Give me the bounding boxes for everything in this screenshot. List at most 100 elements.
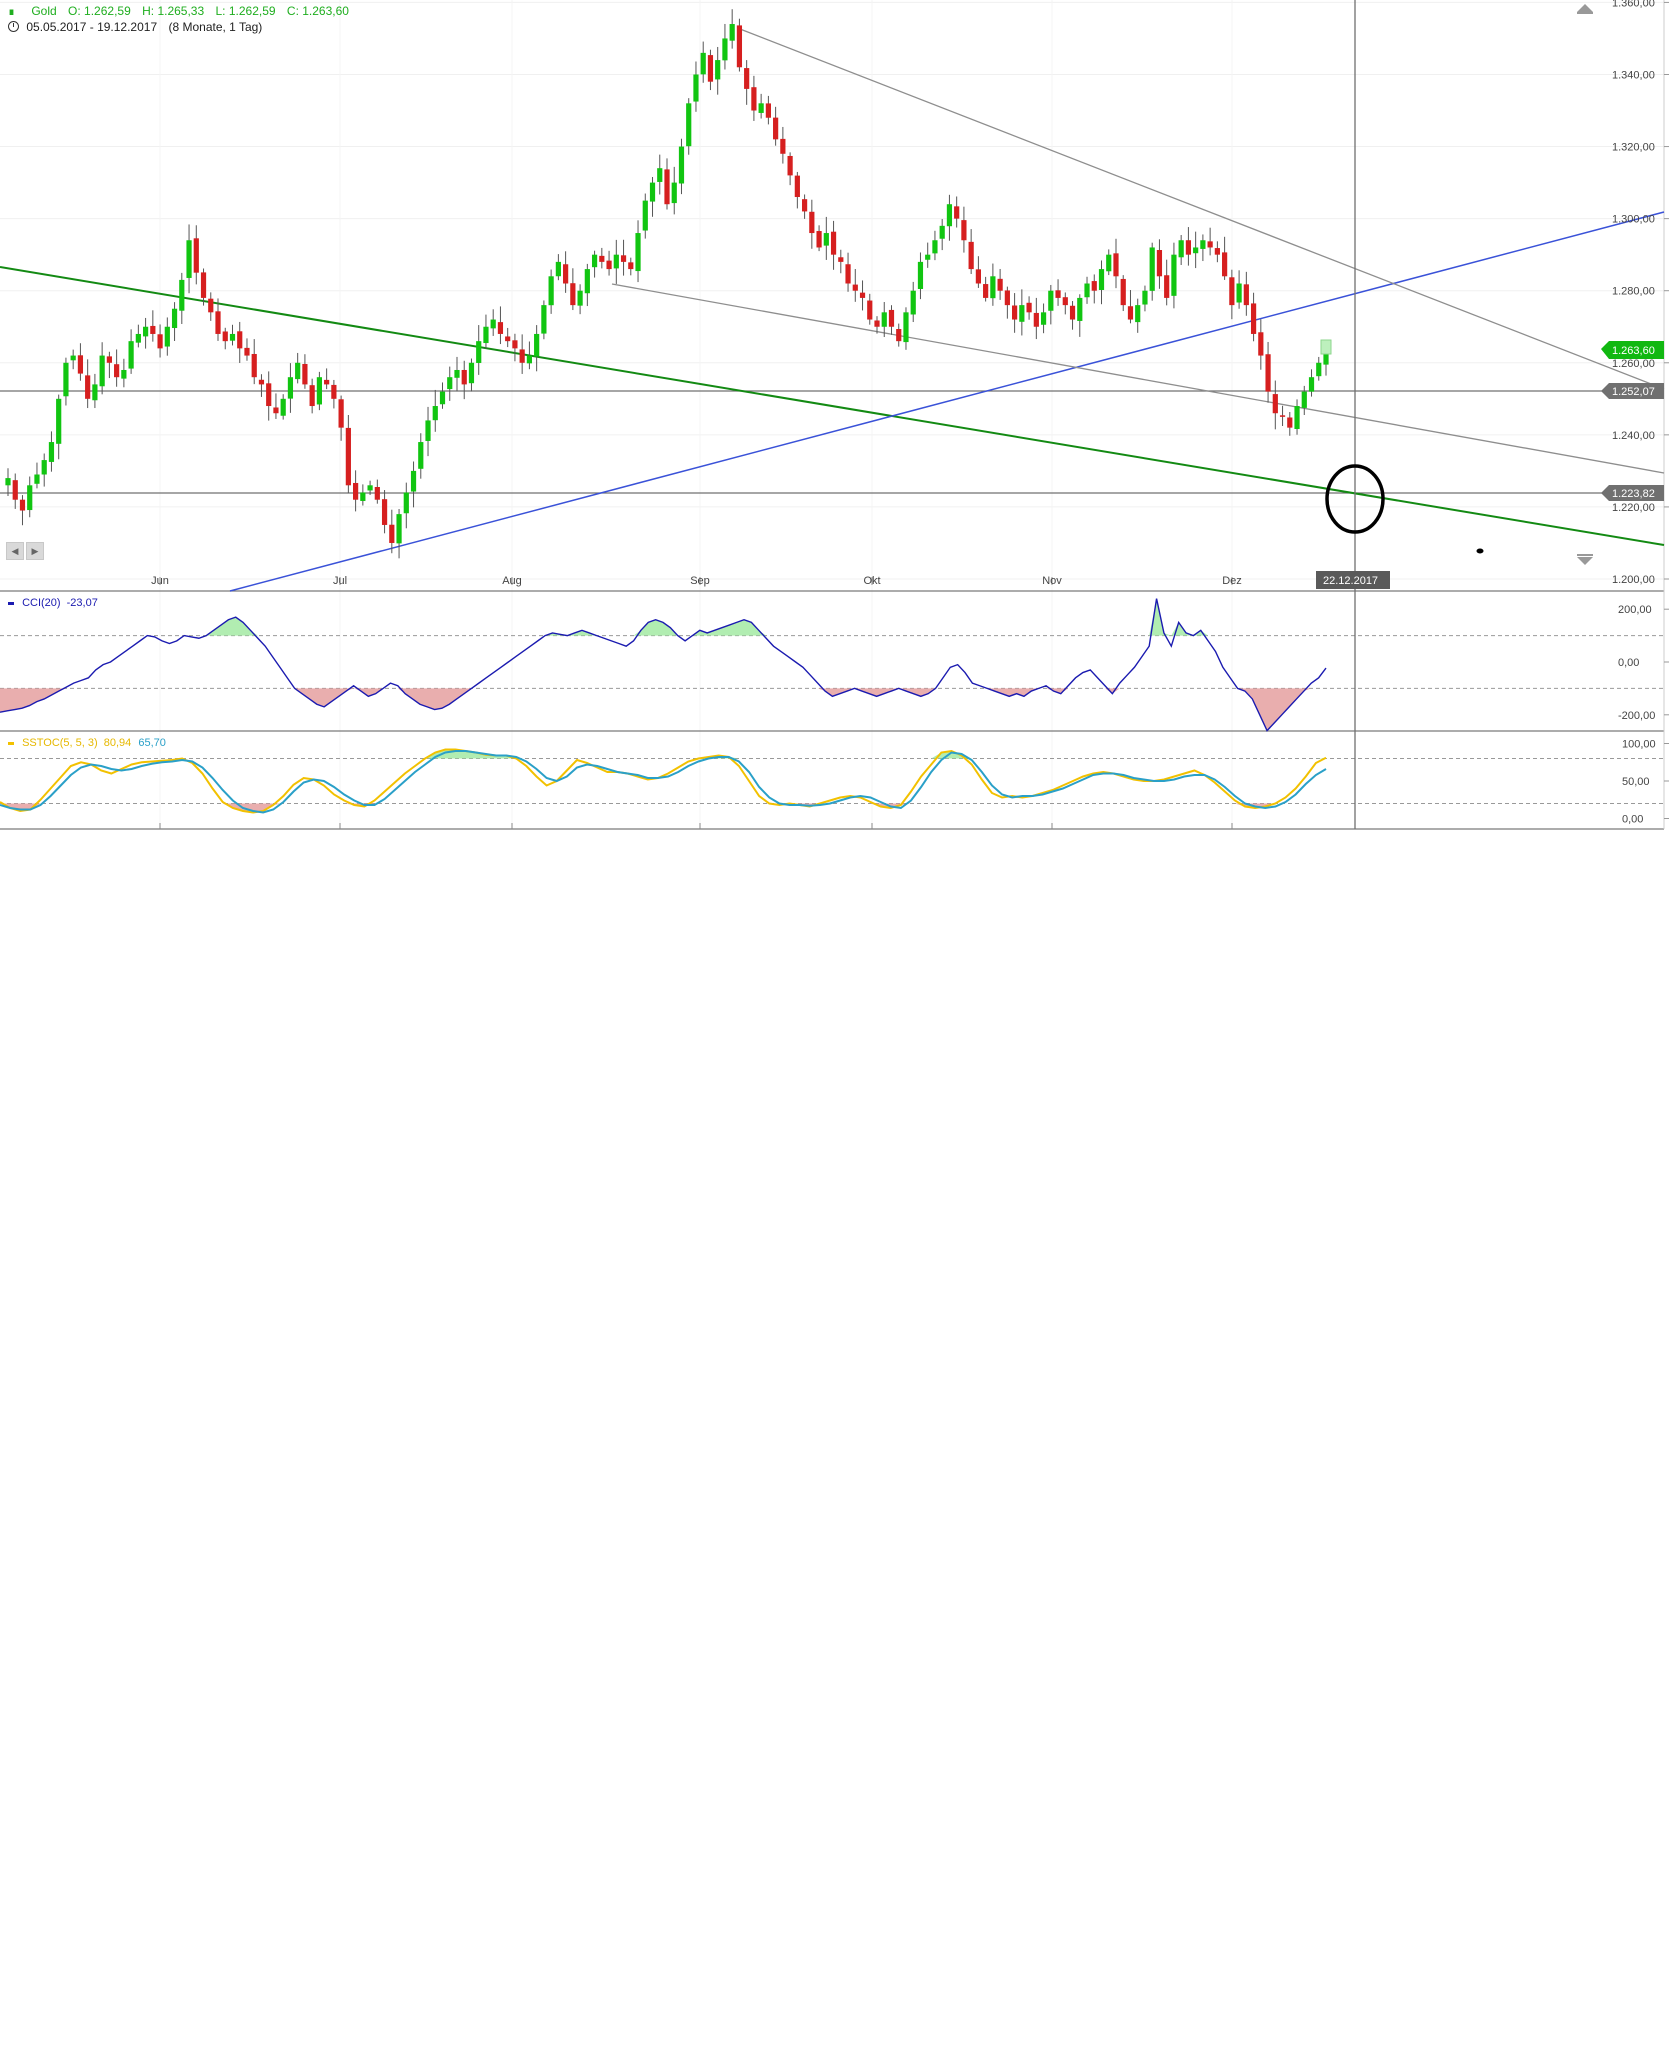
cci-legend[interactable]: CCI(20) -23,07 — [8, 597, 98, 609]
cci-tick-label: 0,00 — [1618, 657, 1639, 669]
candle-body — [1106, 254, 1112, 272]
candle-body — [526, 355, 533, 364]
x-tick-label: Aug — [502, 575, 522, 587]
candle-body — [845, 264, 851, 284]
price-grid — [0, 0, 1664, 829]
candle-body — [454, 369, 460, 378]
candle-body — [1164, 275, 1170, 298]
candle-body — [983, 284, 989, 298]
candle-body — [584, 269, 590, 294]
candle-body — [678, 146, 685, 184]
sstoc-overbought-fill — [0, 749, 1326, 759]
candle-body — [1265, 354, 1271, 392]
candle-body — [563, 264, 569, 284]
candle-body — [381, 499, 388, 525]
candle-body — [1222, 252, 1228, 277]
candle-body — [823, 233, 829, 246]
scroll-up-icon[interactable] — [1577, 4, 1593, 14]
price-tick-label: 1.340,00 — [1612, 69, 1655, 81]
candle-body — [534, 333, 540, 357]
sstoc-tick-label: 100,00 — [1622, 739, 1656, 751]
candle-body — [664, 169, 670, 205]
clock-icon — [8, 21, 19, 32]
level-2-price-tag: 1.223,82 — [1601, 485, 1664, 501]
candle-body — [686, 103, 692, 147]
candle-body — [1055, 290, 1061, 298]
cci-swatch — [8, 601, 14, 605]
candle-body — [128, 341, 134, 369]
candle-body — [208, 298, 214, 313]
sstoc-legend[interactable]: SSTOC(5, 5, 3) 80,94 65,70 — [8, 737, 166, 749]
candle-body — [302, 363, 308, 385]
candle-body — [946, 204, 953, 227]
candle-body — [671, 182, 677, 204]
cursor-date-text: 22.12.2017 — [1323, 575, 1378, 587]
candle-body — [280, 398, 286, 416]
candle-body — [751, 87, 757, 111]
candle-body — [1135, 305, 1141, 323]
candle-body — [142, 326, 149, 337]
candle-body — [258, 379, 265, 385]
candle-body — [1142, 290, 1148, 305]
candle-body — [1084, 283, 1090, 298]
candle-body — [164, 326, 170, 347]
high-value: H: 1.265,33 — [142, 4, 205, 18]
sstoc-tick-label: 0,00 — [1622, 814, 1643, 826]
candle-body — [1069, 305, 1076, 320]
candle-body — [1316, 362, 1322, 377]
trendline-grey-upper[interactable] — [739, 28, 1665, 390]
candle-body — [1229, 277, 1235, 306]
candle-body — [606, 260, 612, 270]
sstoc-panel[interactable] — [0, 748, 1664, 814]
candle-body — [114, 364, 120, 378]
candle-body — [838, 257, 844, 262]
x-tick-label: Jun — [151, 575, 169, 587]
candle-body — [410, 470, 417, 492]
stock-chart[interactable]: 1.200,00 1.220,00 1.240,00 1.260,00 1.280,00… — [0, 0, 1671, 830]
candle-body — [1272, 394, 1278, 414]
sstoc-name: SSTOC(5, 5, 3) — [22, 737, 98, 749]
trendline-green[interactable] — [0, 266, 1665, 546]
candle-body — [801, 199, 808, 212]
scroll-down-icon[interactable] — [1577, 554, 1593, 565]
chart-header-range: 05.05.2017 - 19.12.2017 (8 Monate, 1 Tag… — [8, 20, 262, 34]
candle-body — [48, 442, 55, 462]
candle-body — [215, 311, 221, 334]
candle-body — [222, 331, 228, 342]
low-value: L: 1.262,59 — [215, 4, 276, 18]
price-tick-label: 1.360,00 — [1612, 0, 1655, 9]
candle-body — [809, 211, 815, 234]
candle-body — [780, 138, 786, 154]
candle-body — [736, 25, 743, 68]
candle-body — [367, 485, 373, 491]
instrument-name[interactable]: Gold — [31, 4, 56, 18]
scroll-right-button[interactable]: ▶ — [26, 542, 44, 560]
candle-body — [1012, 305, 1018, 320]
candle-body — [881, 312, 887, 327]
candle-body — [787, 155, 793, 176]
candle-body — [27, 485, 33, 511]
date-range[interactable]: 05.05.2017 - 19.12.2017 — [26, 20, 157, 34]
candle-body — [1171, 254, 1177, 296]
open-value: O: 1.262,59 — [68, 4, 131, 18]
candle-body — [599, 255, 605, 262]
scroll-left-button[interactable]: ◀ — [6, 542, 24, 560]
candle-body — [1019, 305, 1025, 322]
candle-body — [888, 309, 895, 327]
candle-body — [591, 254, 598, 268]
x-tick-label: Dez — [1222, 575, 1242, 587]
candle-body — [1149, 247, 1155, 291]
candle-body — [867, 300, 873, 320]
candle-body — [859, 292, 866, 298]
candle-body — [1048, 290, 1054, 311]
candle-body — [273, 407, 279, 414]
candle-body — [642, 200, 648, 231]
candle-body — [150, 325, 156, 334]
cursor-date-label: 22.12.2017 — [1316, 571, 1390, 589]
candle-body — [613, 254, 619, 269]
cci-panel[interactable] — [0, 598, 1664, 732]
candle-body — [990, 276, 996, 299]
candle-body — [1214, 248, 1220, 255]
candle-body — [794, 175, 800, 198]
x-tick-label: Sep — [690, 575, 710, 587]
